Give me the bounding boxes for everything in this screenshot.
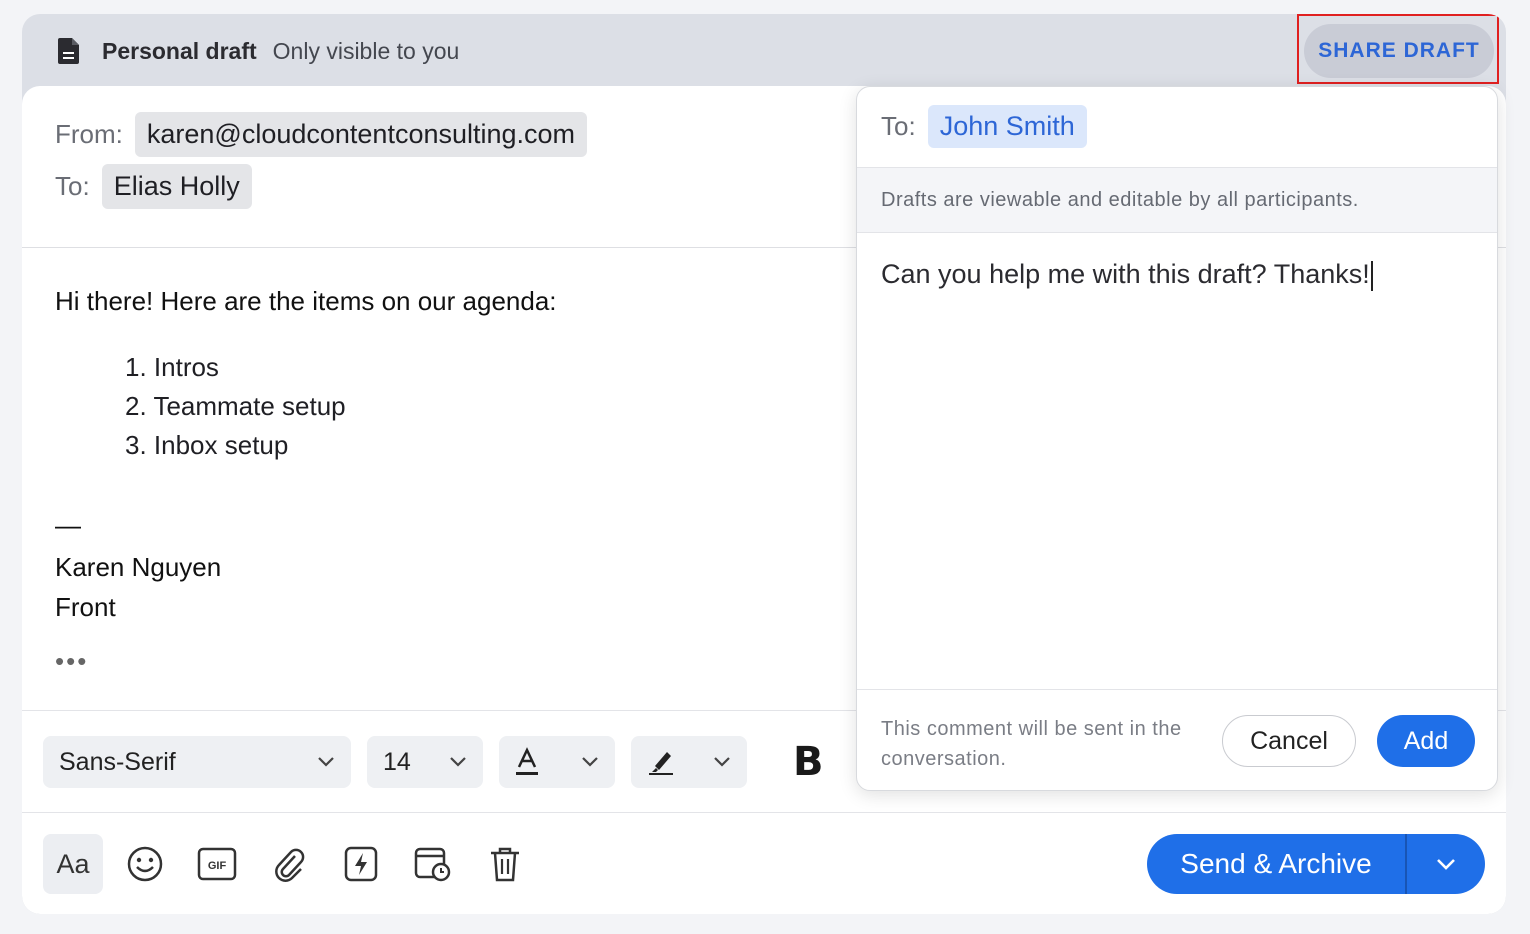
share-recipient-chip[interactable]: John Smith — [927, 105, 1087, 148]
delete-draft-button[interactable] — [475, 834, 535, 894]
share-draft-button[interactable]: SHARE DRAFT — [1304, 24, 1494, 78]
quick-action-button[interactable] — [331, 834, 391, 894]
draft-header: Personal draft Only visible to you — [22, 14, 1506, 88]
share-to-row: To: John Smith — [881, 105, 1087, 148]
send-archive-label: Send & Archive — [1180, 848, 1372, 879]
compose-actions: Aa GIF — [43, 834, 547, 894]
format-toggle-label: Aa — [56, 848, 90, 879]
share-draft-popover: To: John Smith Drafts are viewable and e… — [856, 86, 1498, 791]
text-color-icon — [516, 747, 538, 775]
chevron-down-icon — [450, 757, 466, 767]
formatting-toolbar: Sans-Serif 14 B — [43, 736, 824, 788]
emoji-icon — [127, 846, 163, 882]
lightning-icon — [344, 846, 378, 882]
send-options-button[interactable] — [1407, 858, 1485, 870]
share-popover-footer: This comment will be sent in the convers… — [857, 689, 1497, 790]
font-size-select[interactable]: 14 — [367, 736, 483, 788]
share-to-label: To: — [881, 111, 916, 141]
add-button[interactable]: Add — [1377, 715, 1475, 767]
signature-company: Front — [55, 592, 116, 622]
list-item: 2. Teammate setup — [125, 391, 346, 421]
from-label: From: — [55, 119, 123, 149]
highlighter-icon — [649, 752, 673, 775]
show-trimmed-button[interactable]: ••• — [55, 646, 88, 677]
comment-footer-note: This comment will be sent in the convers… — [881, 718, 1182, 770]
document-icon — [58, 38, 79, 64]
agenda-list[interactable]: 1. Intros 2. Teammate setup 3. Inbox set… — [102, 348, 346, 465]
paperclip-icon — [275, 848, 305, 882]
svg-text:GIF: GIF — [208, 860, 227, 872]
send-archive-button[interactable]: Send & Archive — [1147, 834, 1485, 894]
chevron-down-icon — [1437, 859, 1455, 870]
to-row: To: Elias Holly — [55, 164, 252, 209]
text-color-select[interactable] — [499, 736, 615, 788]
gif-button[interactable]: GIF — [187, 834, 247, 894]
greeting-text[interactable]: Hi there! Here are the items on our agen… — [55, 286, 557, 317]
share-notice: Drafts are viewable and editable by all … — [857, 167, 1497, 233]
from-row: From: karen@cloudcontentconsulting.com — [55, 112, 588, 157]
draft-title: Personal draft — [102, 37, 257, 64]
draft-visibility: Only visible to you — [272, 37, 460, 64]
chevron-down-icon — [714, 757, 730, 767]
highlight-color-select[interactable] — [631, 736, 747, 788]
signature-dash: — — [55, 510, 81, 540]
signature-name: Karen Nguyen — [55, 552, 222, 582]
bold-button[interactable]: B — [793, 739, 824, 785]
text-caret — [1370, 260, 1373, 291]
list-item: 1. Intros — [125, 352, 219, 382]
gif-icon: GIF — [197, 847, 237, 881]
emoji-button[interactable] — [115, 834, 175, 894]
attach-button[interactable] — [259, 834, 319, 894]
to-label: To: — [55, 171, 90, 201]
comment-input[interactable]: Can you help me with this draft? Thanks! — [881, 259, 1373, 291]
chevron-down-icon — [582, 757, 598, 767]
format-toggle-button[interactable]: Aa — [43, 834, 103, 894]
schedule-send-button[interactable] — [403, 834, 463, 894]
comment-text: Can you help me with this draft? Thanks! — [881, 259, 1370, 289]
toolbar-divider — [22, 812, 1506, 813]
cancel-button[interactable]: Cancel — [1222, 715, 1356, 767]
font-family-value: Sans-Serif — [59, 747, 176, 776]
font-size-value: 14 — [383, 747, 411, 776]
from-address-chip[interactable]: karen@cloudcontentconsulting.com — [134, 112, 588, 157]
to-recipient-chip[interactable]: Elias Holly — [101, 164, 252, 209]
font-family-select[interactable]: Sans-Serif — [43, 736, 351, 788]
schedule-icon — [414, 847, 451, 882]
chevron-down-icon — [318, 757, 334, 767]
list-item: 3. Inbox setup — [125, 430, 289, 460]
trash-icon — [491, 847, 519, 882]
